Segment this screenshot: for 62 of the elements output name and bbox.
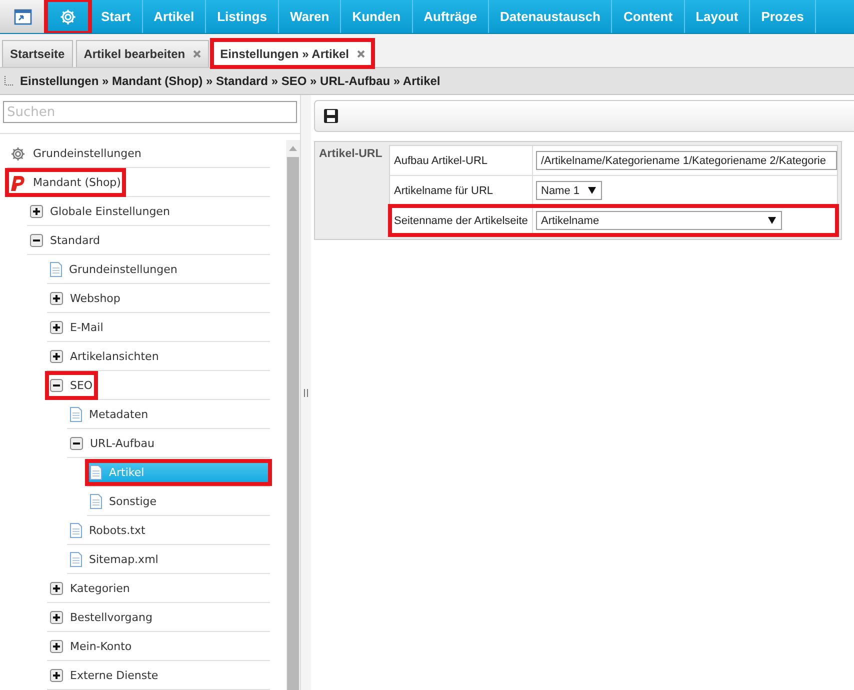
breadcrumb: Einstellungen » Mandant (Shop) » Standard » SEO » URL-Aufbau » Artikel bbox=[20, 74, 440, 88]
expand-icon[interactable] bbox=[50, 292, 63, 305]
grip-icon[interactable] bbox=[304, 389, 308, 397]
tree-item[interactable]: Sonstige bbox=[87, 489, 160, 514]
tree-item[interactable]: Webshop bbox=[47, 286, 124, 311]
expand-icon[interactable] bbox=[50, 611, 63, 624]
splitter-handle[interactable] bbox=[301, 95, 311, 690]
document-icon bbox=[50, 262, 62, 277]
document-icon bbox=[70, 552, 82, 567]
tree-line-icon bbox=[4, 76, 14, 86]
field-label: Aufbau Artikel-URL bbox=[390, 146, 533, 175]
tree-item[interactable]: Globale Einstellungen bbox=[27, 199, 173, 224]
caret-icon bbox=[588, 187, 596, 194]
close-icon[interactable] bbox=[193, 50, 202, 58]
dropdown[interactable]: /Artikelname/Kategoriename 1/Kategoriename 2/Kategorie bbox=[536, 151, 837, 170]
tree-item[interactable]: Artikelansichten bbox=[47, 344, 162, 369]
tree-item[interactable]: Mandant (Shop) bbox=[7, 170, 124, 195]
expand-icon[interactable] bbox=[50, 582, 63, 595]
field-label: Seitenname der Artikelseite bbox=[390, 206, 533, 235]
brand-logo-icon bbox=[10, 174, 26, 192]
expand-icon[interactable] bbox=[30, 205, 43, 218]
tree-item[interactable]: Mein-Konto bbox=[47, 634, 135, 659]
tree-item[interactable]: Grundeinstellungen bbox=[47, 257, 180, 282]
settings-button[interactable] bbox=[46, 0, 90, 33]
scrollbar[interactable] bbox=[286, 140, 300, 690]
document-icon bbox=[70, 407, 82, 422]
save-icon[interactable] bbox=[323, 108, 339, 124]
tree-item[interactable]: Standard bbox=[27, 228, 104, 253]
field-label: Artikelname für URL bbox=[390, 176, 533, 205]
tree-item[interactable]: Kategorien bbox=[47, 576, 133, 601]
group-label: Artikel-URL bbox=[318, 147, 384, 162]
collapse-icon[interactable] bbox=[70, 437, 83, 450]
tree-item[interactable]: Sitemap.xml bbox=[67, 547, 162, 572]
app-button[interactable] bbox=[0, 0, 46, 33]
tab[interactable]: Artikel bearbeiten bbox=[76, 40, 210, 67]
tree-item[interactable]: Grundeinstellungen bbox=[7, 141, 144, 166]
document-icon bbox=[90, 494, 102, 509]
tree-item[interactable]: URL-Aufbau bbox=[67, 431, 158, 456]
expand-icon[interactable] bbox=[50, 669, 63, 682]
tree-item[interactable]: Robots.txt bbox=[67, 518, 148, 543]
tab[interactable]: Startseite bbox=[2, 40, 73, 67]
tree-item[interactable]: E-Mail bbox=[47, 315, 106, 340]
document-icon bbox=[70, 523, 82, 538]
expand-icon[interactable] bbox=[50, 350, 63, 363]
collapse-icon[interactable] bbox=[30, 234, 43, 247]
document-icon bbox=[90, 465, 102, 480]
collapse-icon[interactable] bbox=[50, 379, 63, 392]
search-field[interactable]: Suchen bbox=[3, 101, 297, 123]
dropdown[interactable]: Artikelname bbox=[536, 211, 782, 230]
tree-item[interactable]: Externe Dienste bbox=[47, 663, 162, 688]
window-icon bbox=[14, 8, 32, 24]
caret-icon bbox=[768, 217, 776, 224]
gear-icon bbox=[10, 146, 26, 162]
tree-item[interactable]: SEO bbox=[47, 373, 96, 398]
expand-icon[interactable] bbox=[50, 640, 63, 653]
tree-item[interactable]: Metadaten bbox=[67, 402, 152, 427]
expand-icon[interactable] bbox=[50, 321, 63, 334]
dropdown[interactable]: Name 1 bbox=[536, 181, 602, 200]
close-icon[interactable] bbox=[357, 50, 365, 58]
gear-icon bbox=[58, 8, 76, 26]
tree-item[interactable]: Bestellvorgang bbox=[47, 605, 156, 630]
tab[interactable]: Einstellungen » Artikel bbox=[212, 40, 373, 67]
